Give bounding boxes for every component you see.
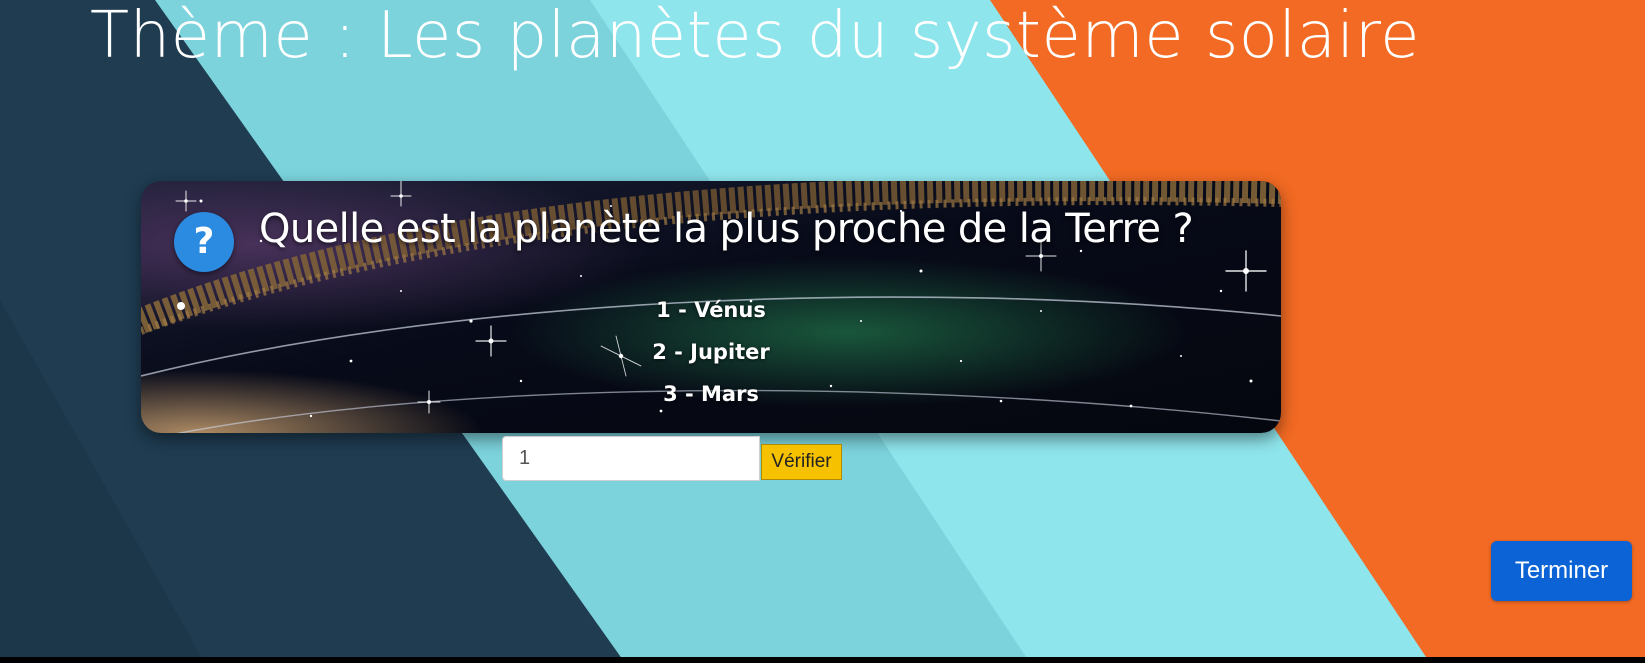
answer-options-list: 1 - Vénus 2 - Jupiter 3 - Mars — [141, 289, 1281, 415]
answer-input[interactable] — [502, 436, 760, 481]
help-question-icon: ? — [174, 212, 234, 272]
answer-option: 2 - Jupiter — [652, 340, 770, 364]
answer-option: 3 - Mars — [663, 382, 759, 406]
finish-button[interactable]: Terminer — [1491, 541, 1632, 601]
page-title: Thème : Les planètes du système solaire — [90, 0, 1420, 73]
verify-button[interactable]: Vérifier — [761, 444, 842, 480]
bottom-bar — [0, 657, 1645, 663]
question-card: ? Quelle est la planète la plus proche d… — [141, 181, 1281, 433]
question-text: Quelle est la planète la plus proche de … — [259, 206, 1194, 252]
answer-option: 1 - Vénus — [656, 298, 766, 322]
help-question-symbol: ? — [193, 221, 215, 262]
